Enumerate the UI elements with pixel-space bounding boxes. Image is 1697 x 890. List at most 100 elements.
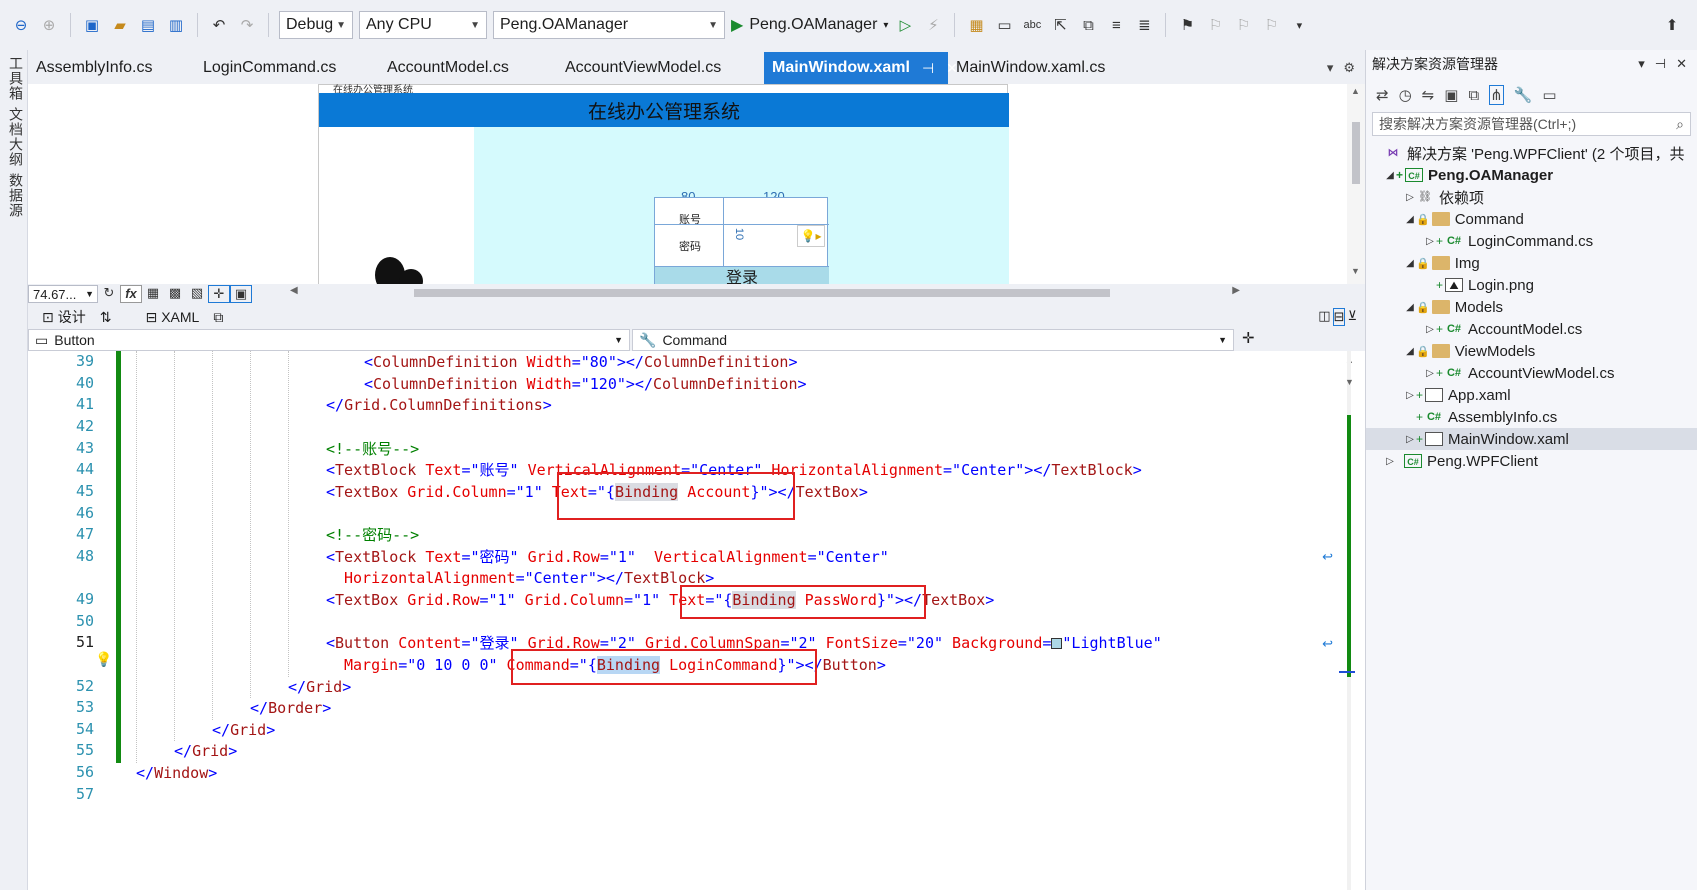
start-without-debugging-icon[interactable]: ▷ — [894, 14, 916, 36]
refresh-icon[interactable]: ↻ — [98, 285, 120, 303]
collapse-all-icon[interactable]: ▣ — [1444, 86, 1458, 104]
tab-mainwindow-xaml-cs[interactable]: MainWindow.xaml.cs — [948, 52, 1148, 84]
toolbar-overflow-icon[interactable]: ▾ — [1288, 14, 1310, 36]
project-code-icon[interactable]: ▣ — [230, 285, 252, 303]
show-all-files-icon[interactable]: ⧉ — [1468, 87, 1479, 104]
spell-check-icon[interactable]: abc — [1021, 14, 1043, 36]
close-icon[interactable]: ✕ — [1676, 56, 1687, 72]
tree-item-dependencies[interactable]: ▷ ⛓ 依赖项 — [1404, 186, 1484, 208]
tree-item-folder-viewmodels[interactable]: ◢ 🔒 ViewModels — [1404, 340, 1535, 362]
save-all-icon[interactable]: ▥ — [165, 14, 187, 36]
hot-reload-icon[interactable]: ⚡ — [922, 14, 944, 36]
start-debugging-button[interactable]: ▶ Peng.OAManager ▾ — [731, 15, 888, 35]
layout-icon[interactable]: ▭ — [993, 14, 1015, 36]
tree-item-app-xaml[interactable]: ▷ + App.xaml — [1404, 384, 1510, 406]
member-select[interactable]: 🔧 Command ▼ — [632, 329, 1234, 351]
filter-icon[interactable]: ⋔ — [1489, 85, 1504, 105]
solution-folder-icon[interactable]: ▦ — [965, 14, 987, 36]
expanded-icon[interactable]: ◢ — [1404, 214, 1416, 225]
tab-accountviewmodel[interactable]: AccountViewModel.cs — [557, 52, 764, 84]
fx-icon[interactable]: fx — [120, 285, 142, 303]
startup-project-select[interactable]: Peng.OAManager ▼ — [493, 11, 725, 39]
scroll-up-icon[interactable]: ▲ — [1351, 86, 1360, 96]
scroll-thumb[interactable] — [414, 289, 1110, 297]
lightbulb-icon[interactable]: 💡▸ — [797, 225, 825, 247]
tab-accountmodel[interactable]: AccountModel.cs — [379, 52, 557, 84]
tree-item-folder-command[interactable]: ◢ 🔒 Command — [1404, 208, 1524, 230]
element-select[interactable]: ▭ Button ▼ — [28, 329, 630, 351]
login-button-preview[interactable]: 登录 — [655, 266, 829, 284]
split-window-icon[interactable]: ✛ — [1242, 329, 1255, 351]
collapsed-icon[interactable]: ▷ — [1424, 236, 1436, 247]
next-bookmark-icon[interactable]: ⚐ — [1232, 14, 1254, 36]
collapsed-icon[interactable]: ▷ — [1424, 368, 1436, 379]
forward-icon[interactable]: ⊕ — [38, 14, 60, 36]
collapsed-icon[interactable]: ▷ — [1404, 434, 1416, 445]
collapsed-icon[interactable]: ▷ — [1404, 390, 1416, 401]
zoom-select[interactable]: 74.67... ▼ — [28, 285, 98, 303]
tab-mainwindow-xaml[interactable]: MainWindow.xaml ⊣ ✕ — [764, 52, 958, 84]
expanded-icon[interactable]: ◢ — [1404, 346, 1416, 357]
collapsed-icon[interactable]: ▷ — [1404, 192, 1416, 203]
prev-bookmark-icon[interactable]: ⚐ — [1204, 14, 1226, 36]
live-share-icon[interactable]: ⬆ — [1661, 14, 1683, 36]
scroll-down-icon[interactable]: ▼ — [1345, 377, 1354, 387]
snap-lines-icon[interactable]: ✛ — [208, 285, 230, 303]
tree-item-folder-models[interactable]: ◢ 🔒 Models — [1404, 296, 1503, 318]
preview-icon[interactable]: ▭ — [1542, 86, 1556, 104]
history-icon[interactable]: ◷ — [1399, 86, 1412, 104]
tree-item-solution[interactable]: ⋈ 解决方案 'Peng.WPFClient' (2 个项目，共 — [1384, 142, 1685, 164]
tree-item-project-wpfclient[interactable]: ▷ C# Peng.WPFClient — [1384, 450, 1538, 472]
bookmark-icon[interactable]: ⚑ — [1176, 14, 1198, 36]
scroll-down-icon[interactable]: ▼ — [1351, 266, 1360, 276]
document-outline-tab[interactable]: 文档大纲 — [6, 107, 26, 167]
select-element-icon[interactable]: ⇱ — [1049, 14, 1071, 36]
toolbox-tab[interactable]: 工具箱 — [6, 56, 26, 101]
new-project-icon[interactable]: ▣ — [81, 14, 103, 36]
editor-vertical-scrollbar[interactable]: ▲ ▼ — [1335, 351, 1365, 890]
tree-item-folder-img[interactable]: ◢ 🔒 Img — [1404, 252, 1480, 274]
tree-item-accountviewmodel[interactable]: ▷ + C# AccountViewModel.cs — [1424, 362, 1614, 384]
code-editor[interactable]: 39 40 41 42 43 44 45 46 47 48 49 50 51 5… — [28, 351, 1365, 890]
tree-item-accountmodel[interactable]: ▷ + C# AccountModel.cs — [1424, 318, 1582, 340]
configuration-select[interactable]: Debug ▼ — [279, 11, 353, 39]
undo-icon[interactable]: ↶ — [208, 14, 230, 36]
artboard-background-icon[interactable]: ▧ — [186, 285, 208, 303]
grid-icon[interactable]: ▦ — [142, 285, 164, 303]
outdent-icon[interactable]: ≣ — [1133, 14, 1155, 36]
tab-list-icon[interactable]: ▾ — [1327, 60, 1334, 76]
designer-vertical-scrollbar[interactable]: ▲ ▼ — [1347, 84, 1365, 284]
horizontal-split-icon[interactable]: ⊟ — [1332, 308, 1346, 326]
properties-icon[interactable]: 🔧 — [1514, 86, 1533, 104]
back-icon[interactable]: ⊖ — [10, 14, 32, 36]
login-grid[interactable]: 账号 密码 10 💡▸ 登录 — [654, 197, 829, 284]
redo-icon[interactable]: ↷ — [236, 14, 258, 36]
scroll-left-icon[interactable]: ◀ — [290, 285, 298, 296]
tab-assemblyinfo[interactable]: AssemblyInfo.cs — [28, 52, 195, 84]
tree-item-logincommand[interactable]: ▷ + C# LoginCommand.cs — [1424, 230, 1593, 252]
scroll-right-icon[interactable]: ▶ — [1232, 285, 1240, 296]
expanded-icon[interactable]: ◢ — [1384, 170, 1396, 181]
sync-icon[interactable]: ⇄ — [1376, 86, 1389, 104]
tab-design[interactable]: ⊡ 设计 — [42, 307, 86, 327]
image-area[interactable] — [319, 127, 474, 284]
save-icon[interactable]: ▤ — [137, 14, 159, 36]
lightbulb-icon[interactable]: 💡 — [95, 651, 112, 668]
settings-icon[interactable]: ⚙ — [1343, 60, 1355, 76]
tree-item-assemblyinfo[interactable]: + C# AssemblyInfo.cs — [1416, 406, 1557, 428]
switch-views-icon[interactable]: ⇋ — [1422, 86, 1435, 104]
swap-panes-icon[interactable]: ⇅ — [100, 309, 112, 326]
expanded-icon[interactable]: ◢ — [1404, 258, 1416, 269]
vertical-split-icon[interactable]: ◫ — [1318, 308, 1330, 326]
tree-item-mainwindow-xaml[interactable]: ▷ + MainWindow.xaml — [1366, 428, 1697, 450]
window-menu-icon[interactable]: ▾ — [1638, 56, 1645, 72]
open-file-icon[interactable]: ▰ — [109, 14, 131, 36]
pin-icon[interactable]: ⊣ — [922, 60, 934, 77]
tab-xaml[interactable]: ⊟ XAML — [145, 309, 199, 326]
designer-horizontal-scrollbar[interactable]: ◀ ▶ — [290, 285, 1240, 298]
tree-item-project-oamanager[interactable]: ◢ + C# Peng.OAManager — [1384, 164, 1553, 186]
tab-logincommand[interactable]: LoginCommand.cs — [195, 52, 379, 84]
clear-bookmarks-icon[interactable]: ⚐ — [1260, 14, 1282, 36]
popout-xaml-icon[interactable]: ⧉ — [213, 309, 223, 326]
copy-icon[interactable]: ⧉ — [1077, 14, 1099, 36]
